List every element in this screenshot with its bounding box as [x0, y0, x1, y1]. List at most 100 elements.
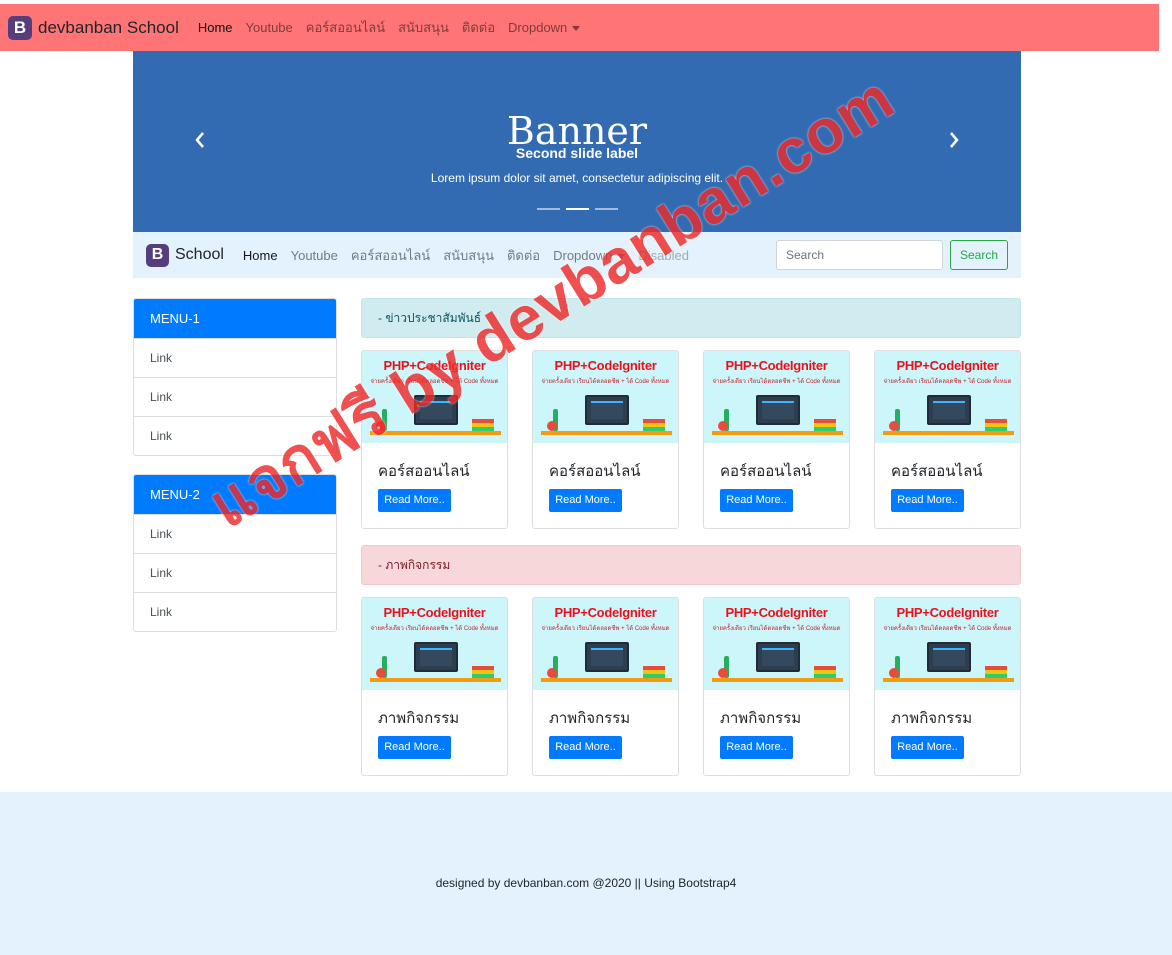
thumbnail-subtitle: จ่ายครั้งเดียว เรียนได้ตลอดชีพ + ได้ Cod…	[541, 626, 670, 632]
books-icon	[643, 666, 665, 678]
course-thumbnail: PHP+CodeIgniter จ่ายครั้งเดียว เรียนได้ต…	[704, 351, 849, 443]
books-icon	[472, 666, 494, 678]
news-card-4: PHP+CodeIgniter จ่ายครั้งเดียว เรียนได้ต…	[874, 350, 1021, 529]
menu-2-link-2[interactable]: Link	[134, 553, 336, 592]
desk-icon	[883, 431, 1014, 435]
menu-1-link-1[interactable]: Link	[134, 338, 336, 377]
read-more-button[interactable]: Read More..	[549, 489, 622, 512]
read-more-button[interactable]: Read More..	[378, 736, 451, 759]
top-brand-text: devbanban School	[38, 17, 179, 37]
menu-2-link-3[interactable]: Link	[134, 592, 336, 631]
books-icon	[472, 419, 494, 431]
card-title: ภาพกิจกรรม	[891, 710, 973, 727]
desk-icon	[370, 678, 501, 682]
monitor-icon	[414, 642, 458, 672]
activity-card-4: PHP+CodeIgniter จ่ายครั้งเดียว เรียนได้ต…	[874, 597, 1021, 776]
school-nav-support[interactable]: สนับสนุน	[443, 245, 494, 266]
carousel-indicators	[133, 208, 1021, 210]
card-title: ภาพกิจกรรม	[720, 710, 802, 727]
mug-icon	[547, 421, 557, 431]
caret-down-icon	[572, 26, 581, 32]
desk-icon	[712, 678, 843, 682]
card-title: ภาพกิจกรรม	[549, 710, 631, 727]
activity-section-header: - ภาพกิจกรรม	[361, 545, 1021, 585]
carousel-next-button[interactable]	[942, 131, 966, 155]
course-thumbnail: PHP+CodeIgniter จ่ายครั้งเดียว เรียนได้ต…	[533, 598, 678, 690]
course-thumbnail: PHP+CodeIgniter จ่ายครั้งเดียว เรียนได้ต…	[362, 598, 507, 690]
read-more-button[interactable]: Read More..	[720, 736, 793, 759]
thumbnail-title: PHP+CodeIgniter	[896, 605, 999, 620]
thumbnail-subtitle: จ่ายครั้งเดียว เรียนได้ตลอดชีพ + ได้ Cod…	[541, 379, 670, 385]
top-brand[interactable]: B devbanban School	[8, 15, 179, 40]
mug-icon	[547, 668, 557, 678]
thumbnail-title: PHP+CodeIgniter	[896, 358, 999, 373]
thumbnail-title: PHP+CodeIgniter	[725, 358, 828, 373]
books-icon	[985, 666, 1007, 678]
course-thumbnail: PHP+CodeIgniter จ่ายครั้งเดียว เรียนได้ต…	[533, 351, 678, 443]
monitor-icon	[756, 395, 800, 425]
bootstrap-logo-icon: B	[8, 15, 32, 40]
top-nav-dropdown-label: Dropdown	[508, 20, 568, 35]
read-more-button[interactable]: Read More..	[378, 489, 451, 512]
activity-card-3: PHP+CodeIgniter จ่ายครั้งเดียว เรียนได้ต…	[703, 597, 850, 776]
news-card-3: PHP+CodeIgniter จ่ายครั้งเดียว เรียนได้ต…	[703, 350, 850, 529]
search-button[interactable]: Search	[950, 240, 1008, 270]
top-navbar: B devbanban School Home Youtube คอร์สออน…	[0, 4, 1159, 51]
books-icon	[643, 419, 665, 431]
card-title: คอร์สออนไลน์	[549, 463, 641, 480]
thumbnail-subtitle: จ่ายครั้งเดียว เรียนได้ตลอดชีพ + ได้ Cod…	[370, 626, 499, 632]
course-thumbnail: PHP+CodeIgniter จ่ายครั้งเดียว เรียนได้ต…	[875, 598, 1020, 690]
thumbnail-subtitle: จ่ายครั้งเดียว เรียนได้ตลอดชีพ + ได้ Cod…	[883, 379, 1012, 385]
carousel-indicator-2[interactable]	[565, 208, 589, 210]
chevron-left-icon	[195, 132, 204, 148]
course-thumbnail: PHP+CodeIgniter จ่ายครั้งเดียว เรียนได้ต…	[875, 351, 1020, 443]
chevron-right-icon	[950, 132, 959, 148]
top-nav-courses[interactable]: คอร์สออนไลน์	[306, 17, 385, 38]
books-icon	[814, 419, 836, 431]
thumbnail-subtitle: จ่ายครั้งเดียว เรียนได้ตลอดชีพ + ได้ Cod…	[712, 626, 841, 632]
monitor-icon	[927, 395, 971, 425]
thumbnail-title: PHP+CodeIgniter	[383, 605, 486, 620]
top-nav-dropdown[interactable]: Dropdown	[508, 20, 581, 35]
activity-card-1: PHP+CodeIgniter จ่ายครั้งเดียว เรียนได้ต…	[361, 597, 508, 776]
monitor-icon	[756, 642, 800, 672]
footer-text: designed by devbanban.com @2020 || Using…	[435, 876, 737, 890]
thumbnail-title: PHP+CodeIgniter	[554, 358, 657, 373]
bootstrap-logo-icon: B	[146, 243, 169, 267]
search-input[interactable]: Search	[776, 240, 943, 270]
card-title: ภาพกิจกรรม	[378, 710, 460, 727]
card-title: คอร์สออนไลน์	[891, 463, 983, 480]
mug-icon	[718, 668, 728, 678]
school-brand[interactable]: B School	[146, 243, 224, 267]
top-nav-support[interactable]: สนับสนุน	[398, 17, 449, 38]
school-nav-youtube[interactable]: Youtube	[291, 248, 338, 263]
carousel-indicator-1[interactable]	[536, 208, 560, 210]
mug-icon	[889, 421, 899, 431]
school-nav-home[interactable]: Home	[243, 248, 278, 263]
thumbnail-subtitle: จ่ายครั้งเดียว เรียนได้ตลอดชีพ + ได้ Cod…	[883, 626, 1012, 632]
read-more-button[interactable]: Read More..	[720, 489, 793, 512]
top-nav-home[interactable]: Home	[198, 20, 233, 35]
read-more-button[interactable]: Read More..	[891, 736, 964, 759]
carousel-prev-button[interactable]	[188, 131, 212, 155]
read-more-button[interactable]: Read More..	[549, 736, 622, 759]
desk-icon	[712, 431, 843, 435]
menu-1-header[interactable]: MENU-1	[134, 299, 336, 338]
course-thumbnail: PHP+CodeIgniter จ่ายครั้งเดียว เรียนได้ต…	[704, 598, 849, 690]
top-nav-youtube[interactable]: Youtube	[246, 20, 293, 35]
mug-icon	[718, 421, 728, 431]
read-more-button[interactable]: Read More..	[891, 489, 964, 512]
monitor-icon	[585, 642, 629, 672]
school-nav-courses[interactable]: คอร์สออนไลน์	[351, 245, 430, 266]
desk-icon	[541, 678, 672, 682]
mug-icon	[376, 668, 386, 678]
school-brand-text: School	[175, 246, 224, 263]
top-nav-contact[interactable]: ติดต่อ	[462, 17, 495, 38]
footer: designed by devbanban.com @2020 || Using…	[0, 792, 1172, 955]
carousel-caption-text: Lorem ipsum dolor sit amet, consectetur …	[430, 171, 724, 185]
desk-icon	[541, 431, 672, 435]
monitor-icon	[927, 642, 971, 672]
news-card-2: PHP+CodeIgniter จ่ายครั้งเดียว เรียนได้ต…	[532, 350, 679, 529]
activity-card-2: PHP+CodeIgniter จ่ายครั้งเดียว เรียนได้ต…	[532, 597, 679, 776]
desk-icon	[883, 678, 1014, 682]
